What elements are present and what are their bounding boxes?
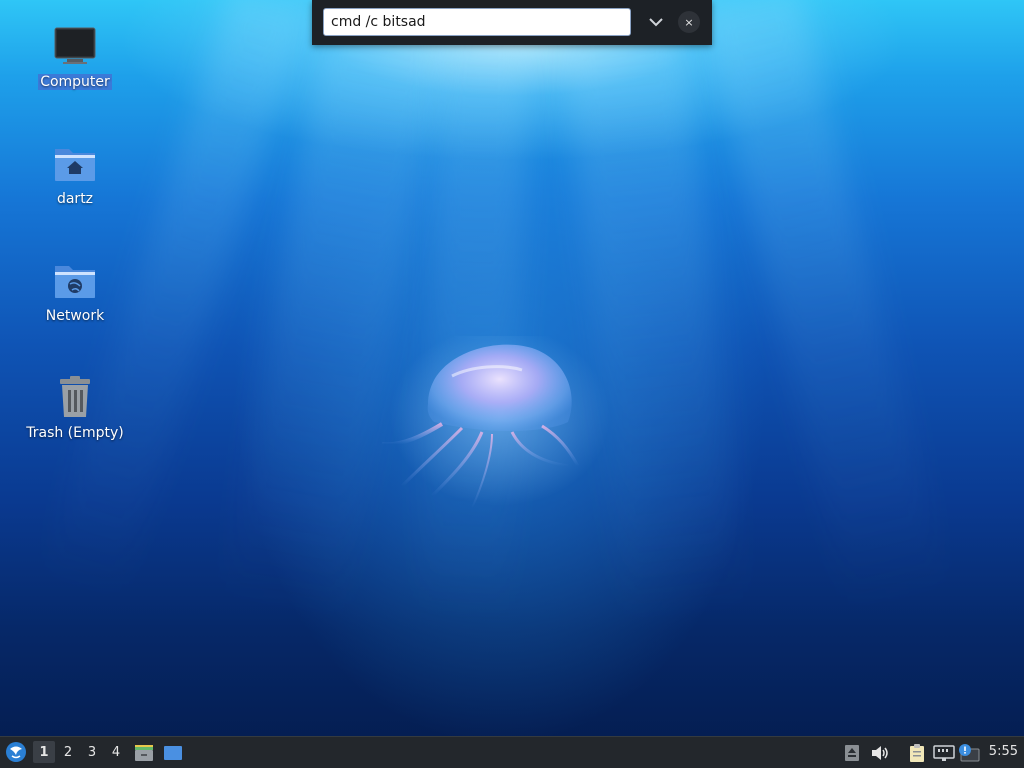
jellyfish-wallpaper-image [381, 336, 610, 509]
light-ray [418, 0, 530, 622]
run-command-dialog: × [312, 0, 712, 45]
desktop-icon-computer[interactable]: Computer [20, 22, 130, 90]
taskbar: 1 2 3 4 5:55 [0, 736, 1024, 768]
workspace-label: 2 [63, 744, 73, 760]
show-desktop-launcher[interactable] [162, 742, 184, 764]
close-button[interactable]: × [678, 11, 700, 33]
desktop-icon-trash[interactable]: Trash (Empty) [20, 373, 130, 441]
computer-icon [51, 22, 99, 70]
workspace-4-button[interactable]: 4 [105, 741, 127, 763]
volume-button[interactable] [869, 742, 891, 764]
eject-button[interactable] [841, 742, 863, 764]
chevron-down-icon [649, 18, 663, 27]
update-notifier-icon [959, 744, 980, 762]
workspace-3-button[interactable]: 3 [81, 741, 103, 763]
light-ray [701, 0, 949, 614]
file-manager-icon [135, 745, 153, 761]
network-status-button[interactable] [933, 742, 955, 764]
workspace-2-button[interactable]: 2 [57, 741, 79, 763]
clipboard-icon [910, 744, 924, 762]
light-ray [560, 0, 745, 623]
workspace-label: 1 [39, 744, 49, 760]
workspace-label: 3 [87, 744, 97, 760]
run-command-input[interactable] [323, 8, 631, 36]
desktop-icon-label: Network [45, 308, 105, 324]
show-desktop-icon [164, 746, 182, 760]
eject-icon [845, 745, 859, 761]
workspace-1-button[interactable]: 1 [33, 741, 55, 763]
desktop-icon-label: Trash (Empty) [26, 425, 124, 441]
network-icon [933, 745, 955, 761]
desktop-icon-label: Computer [38, 74, 112, 90]
close-icon: × [684, 15, 694, 29]
home-folder-icon [51, 139, 99, 187]
network-folder-icon [51, 256, 99, 304]
start-menu-button[interactable] [4, 740, 28, 764]
workspace-label: 4 [111, 744, 121, 760]
volume-icon [872, 746, 888, 760]
clipboard-button[interactable] [906, 742, 928, 764]
trash-icon [51, 373, 99, 421]
lxqt-start-icon [6, 742, 26, 762]
desktop-background[interactable]: Computer dartz Network Trash (Empty) cmd… [0, 0, 1024, 768]
file-manager-launcher[interactable] [133, 742, 155, 764]
desktop-icon-label: dartz [56, 191, 94, 207]
update-notifier-button[interactable] [958, 742, 980, 764]
desktop-icon-network[interactable]: Network [20, 256, 130, 324]
history-dropdown-button[interactable] [644, 10, 668, 34]
clock[interactable]: 5:55 [989, 744, 1018, 759]
desktop-icon-home-folder[interactable]: dartz [20, 139, 130, 207]
